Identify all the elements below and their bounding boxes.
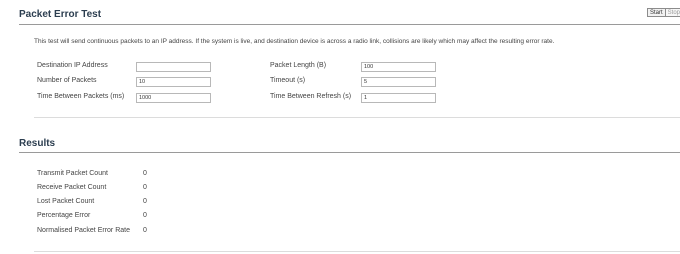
number-of-packets-label: Number of Packets (37, 77, 97, 84)
timeout-input[interactable] (361, 77, 436, 87)
result-label: Normalised Packet Error Rate (37, 227, 130, 234)
results-bottom-divider (34, 251, 680, 252)
test-description: This test will send continuous packets t… (34, 38, 555, 45)
packet-length-input[interactable] (361, 62, 436, 72)
stop-button[interactable]: Stop (665, 8, 680, 17)
receive-packet-count-value: 0 (143, 184, 147, 191)
number-of-packets-input[interactable] (136, 77, 211, 87)
result-label: Percentage Error (37, 212, 91, 219)
results-title: Results (19, 138, 56, 149)
transmit-packet-count-value: 0 (143, 170, 147, 177)
lost-packet-count-value: 0 (143, 198, 147, 205)
test-controls: Start Stop (647, 8, 680, 17)
start-button[interactable]: Start (647, 8, 666, 17)
time-between-refresh-label: Time Between Refresh (s) (270, 93, 352, 100)
packet-error-test-page: Packet Error Test Start Stop This test w… (0, 0, 680, 254)
page-title: Packet Error Test (19, 9, 102, 20)
time-between-refresh-input[interactable] (361, 93, 436, 103)
packet-length-label: Packet Length (B) (270, 62, 327, 69)
timeout-label: Timeout (s) (270, 77, 306, 84)
destination-ip-input[interactable] (136, 62, 211, 72)
form-divider (34, 117, 680, 118)
results-divider (19, 152, 680, 153)
time-between-packets-input[interactable] (136, 93, 211, 103)
result-label: Receive Packet Count (37, 184, 107, 191)
normalised-packet-error-rate-value: 0 (143, 227, 147, 234)
result-label: Transmit Packet Count (37, 170, 108, 177)
time-between-packets-label: Time Between Packets (ms) (37, 93, 125, 100)
percentage-error-value: 0 (143, 212, 147, 219)
result-label: Lost Packet Count (37, 198, 95, 205)
destination-ip-label: Destination IP Address (37, 62, 108, 69)
header-divider (19, 24, 680, 25)
